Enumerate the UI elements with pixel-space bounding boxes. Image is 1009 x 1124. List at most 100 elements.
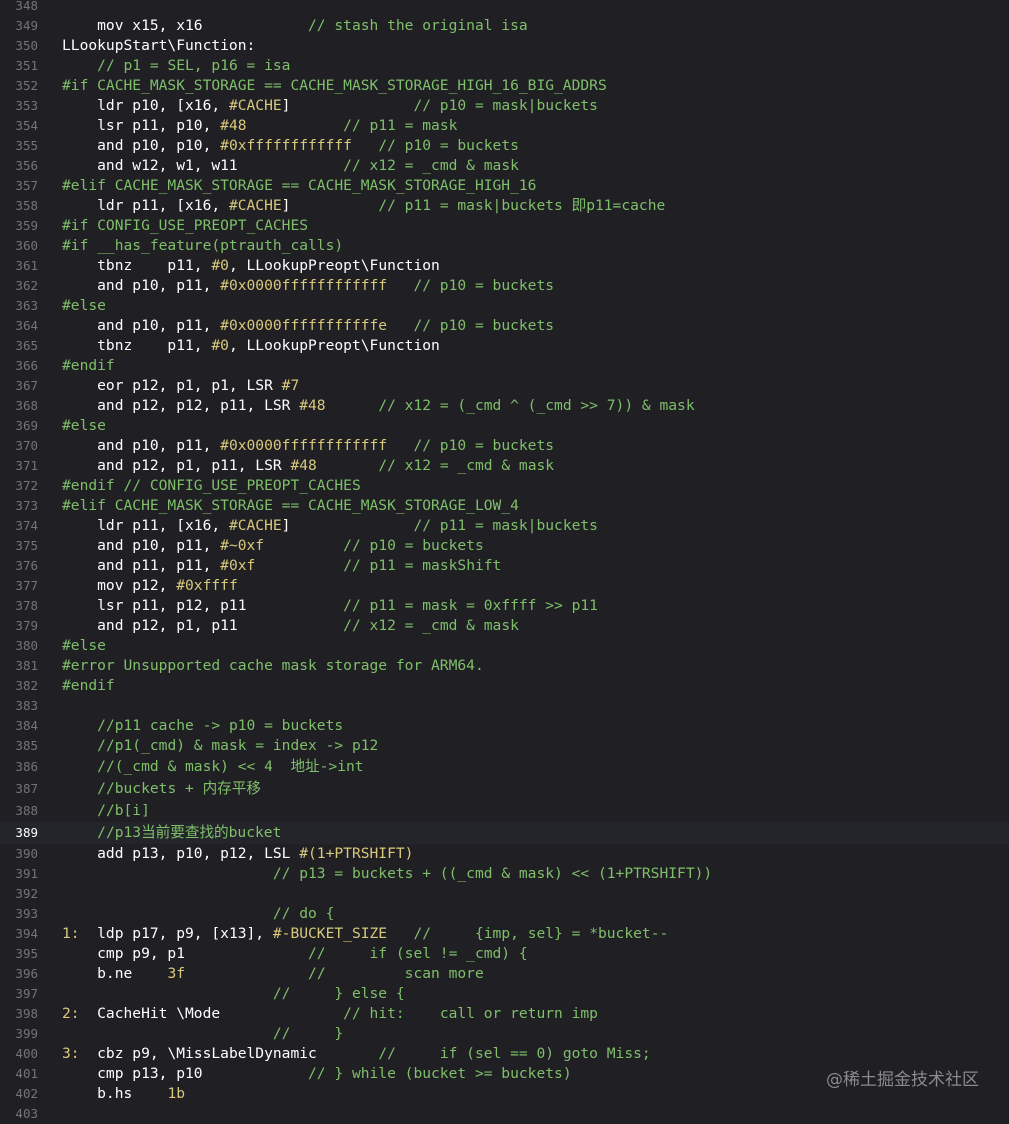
code-line[interactable]: 367 eor p12, p1, p1, LSR #7 (0, 376, 1009, 396)
code-line[interactable]: 360 #if __has_feature(ptrauth_calls) (0, 236, 1009, 256)
code-line[interactable]: 361 tbnz p11, #0, LLookupPreopt\Function (0, 256, 1009, 276)
code-text[interactable]: #if __has_feature(ptrauth_calls) (62, 236, 343, 256)
code-text[interactable]: and w12, w1, w11 // x12 = _cmd & mask (62, 156, 519, 176)
code-line[interactable]: 375 and p10, p11, #~0xf // p10 = buckets (0, 536, 1009, 556)
code-line[interactable]: 379 and p12, p1, p11 // x12 = _cmd & mas… (0, 616, 1009, 636)
code-text[interactable]: // } (62, 1024, 343, 1044)
code-line[interactable]: 354 lsr p11, p10, #48 // p11 = mask (0, 116, 1009, 136)
code-line[interactable]: 384 //p11 cache -> p10 = buckets (0, 716, 1009, 736)
code-line[interactable]: 350 LLookupStart\Function: (0, 36, 1009, 56)
code-text[interactable]: LLookupStart\Function: (62, 36, 255, 56)
code-text[interactable]: #else (62, 636, 106, 656)
code-text[interactable]: #if CACHE_MASK_STORAGE == CACHE_MASK_STO… (62, 76, 607, 96)
code-line[interactable]: 389 //p13当前要查找的bucket (0, 822, 1009, 844)
code-text[interactable]: lsr p11, p12, p11 // p11 = mask = 0xffff… (62, 596, 598, 616)
code-text[interactable]: cmp p9, p1 // if (sel != _cmd) { (62, 944, 528, 964)
code-text[interactable]: #else (62, 296, 106, 316)
code-text[interactable]: cmp p13, p10 // } while (bucket >= bucke… (62, 1064, 571, 1084)
code-text[interactable]: eor p12, p1, p1, LSR #7 (62, 376, 299, 396)
code-text[interactable]: and p12, p12, p11, LSR #48 // x12 = (_cm… (62, 396, 694, 416)
code-text[interactable]: // } else { (62, 984, 405, 1004)
code-text[interactable]: b.ne 3f // scan more (62, 964, 484, 984)
code-text[interactable]: mov p12, #0xffff (62, 576, 238, 596)
code-text[interactable]: #endif // CONFIG_USE_PREOPT_CACHES (62, 476, 361, 496)
code-text[interactable]: 2: CacheHit \Mode // hit: call or return… (62, 1004, 598, 1024)
code-line[interactable]: 364 and p10, p11, #0x0000fffffffffffe //… (0, 316, 1009, 336)
code-line[interactable]: 373 #elif CACHE_MASK_STORAGE == CACHE_MAS… (0, 496, 1009, 516)
code-line[interactable]: 371 and p12, p1, p11, LSR #48 // x12 = _… (0, 456, 1009, 476)
code-line[interactable]: 380 #else (0, 636, 1009, 656)
code-text[interactable]: ldr p10, [x16, #CACHE] // p10 = mask|buc… (62, 96, 598, 116)
code-text[interactable]: // do { (62, 904, 335, 924)
code-text[interactable]: //(_cmd & mask) << 4 地址->int (62, 756, 363, 778)
code-text[interactable]: ldr p11, [x16, #CACHE] // p11 = mask|buc… (62, 516, 598, 536)
code-line[interactable]: 369 #else (0, 416, 1009, 436)
code-line[interactable]: 370 and p10, p11, #0x0000ffffffffffff //… (0, 436, 1009, 456)
code-line[interactable]: 382 #endif (0, 676, 1009, 696)
code-text[interactable]: #endif (62, 356, 115, 376)
code-text[interactable]: tbnz p11, #0, LLookupPreopt\Function (62, 336, 440, 356)
code-text[interactable]: lsr p11, p10, #48 // p11 = mask (62, 116, 457, 136)
code-text[interactable]: //p11 cache -> p10 = buckets (62, 716, 343, 736)
code-text[interactable]: and p10, p11, #0x0000fffffffffffe // p10… (62, 316, 554, 336)
code-line[interactable]: 351 // p1 = SEL, p16 = isa (0, 56, 1009, 76)
code-text[interactable]: b.hs 1b (62, 1084, 185, 1104)
code-line[interactable]: 372 #endif // CONFIG_USE_PREOPT_CACHES (0, 476, 1009, 496)
code-text[interactable]: and p12, p1, p11 // x12 = _cmd & mask (62, 616, 519, 636)
code-line[interactable]: 396 b.ne 3f // scan more (0, 964, 1009, 984)
code-text[interactable]: and p10, p11, #~0xf // p10 = buckets (62, 536, 484, 556)
code-line[interactable]: 394 1: ldp p17, p9, [x13], #-BUCKET_SIZE … (0, 924, 1009, 944)
code-line[interactable]: 366 #endif (0, 356, 1009, 376)
code-line[interactable]: 363 #else (0, 296, 1009, 316)
code-line[interactable]: 381 #error Unsupported cache mask storage… (0, 656, 1009, 676)
code-line[interactable]: 377 mov p12, #0xffff (0, 576, 1009, 596)
code-line[interactable]: 388 //b[i] (0, 800, 1009, 822)
code-text[interactable]: 1: ldp p17, p9, [x13], #-BUCKET_SIZE // … (62, 924, 668, 944)
code-text[interactable]: 3: cbz p9, \MissLabelDynamic // if (sel … (62, 1044, 651, 1064)
code-text[interactable]: // p13 = buckets + ((_cmd & mask) << (1+… (62, 864, 712, 884)
code-line[interactable]: 385 //p1(_cmd) & mask = index -> p12 (0, 736, 1009, 756)
code-text[interactable]: and p10, p11, #0x0000ffffffffffff // p10… (62, 276, 554, 296)
code-line[interactable]: 348 (0, 0, 1009, 16)
code-line[interactable]: 358 ldr p11, [x16, #CACHE] // p11 = mask… (0, 196, 1009, 216)
code-line[interactable]: 403 (0, 1104, 1009, 1124)
code-line[interactable]: 383 (0, 696, 1009, 716)
code-text[interactable]: #if CONFIG_USE_PREOPT_CACHES (62, 216, 308, 236)
code-line[interactable]: 374 ldr p11, [x16, #CACHE] // p11 = mask… (0, 516, 1009, 536)
code-line[interactable]: 353 ldr p10, [x16, #CACHE] // p10 = mask… (0, 96, 1009, 116)
code-line[interactable]: 356 and w12, w1, w11 // x12 = _cmd & mas… (0, 156, 1009, 176)
code-text[interactable]: ldr p11, [x16, #CACHE] // p11 = mask|buc… (62, 196, 665, 216)
code-text[interactable]: #elif CACHE_MASK_STORAGE == CACHE_MASK_S… (62, 496, 519, 516)
code-line[interactable]: 378 lsr p11, p12, p11 // p11 = mask = 0x… (0, 596, 1009, 616)
code-editor[interactable]: 348 349 mov x15, x16 // stash the origina… (0, 0, 1009, 1124)
code-line[interactable]: 392 (0, 884, 1009, 904)
code-line[interactable]: 395 cmp p9, p1 // if (sel != _cmd) { (0, 944, 1009, 964)
code-line[interactable]: 400 3: cbz p9, \MissLabelDynamic // if (s… (0, 1044, 1009, 1064)
code-line[interactable]: 362 and p10, p11, #0x0000ffffffffffff //… (0, 276, 1009, 296)
code-line[interactable]: 398 2: CacheHit \Mode // hit: call or ret… (0, 1004, 1009, 1024)
code-line[interactable]: 376 and p11, p11, #0xf // p11 = maskShif… (0, 556, 1009, 576)
code-line[interactable]: 390 add p13, p10, p12, LSL #(1+PTRSHIFT) (0, 844, 1009, 864)
code-text[interactable]: tbnz p11, #0, LLookupPreopt\Function (62, 256, 440, 276)
code-text[interactable]: //p13当前要查找的bucket (62, 822, 281, 844)
code-text[interactable]: //p1(_cmd) & mask = index -> p12 (62, 736, 378, 756)
code-text[interactable]: // p1 = SEL, p16 = isa (62, 56, 290, 76)
code-text[interactable]: #elif CACHE_MASK_STORAGE == CACHE_MASK_S… (62, 176, 536, 196)
code-line[interactable]: 355 and p10, p10, #0xffffffffffff // p10… (0, 136, 1009, 156)
code-text[interactable]: and p10, p10, #0xffffffffffff // p10 = b… (62, 136, 519, 156)
code-line[interactable]: 387 //buckets + 内存平移 (0, 778, 1009, 800)
code-text[interactable]: //b[i] (62, 800, 150, 822)
code-line[interactable]: 352 #if CACHE_MASK_STORAGE == CACHE_MASK_… (0, 76, 1009, 96)
code-text[interactable]: //buckets + 内存平移 (62, 778, 261, 800)
code-text[interactable]: add p13, p10, p12, LSL #(1+PTRSHIFT) (62, 844, 413, 864)
code-text[interactable]: #error Unsupported cache mask storage fo… (62, 656, 484, 676)
code-line[interactable]: 397 // } else { (0, 984, 1009, 1004)
code-text[interactable]: and p12, p1, p11, LSR #48 // x12 = _cmd … (62, 456, 554, 476)
code-line[interactable]: 359 #if CONFIG_USE_PREOPT_CACHES (0, 216, 1009, 236)
code-line[interactable]: 386 //(_cmd & mask) << 4 地址->int (0, 756, 1009, 778)
code-text[interactable]: #else (62, 416, 106, 436)
code-line[interactable]: 399 // } (0, 1024, 1009, 1044)
code-line[interactable]: 349 mov x15, x16 // stash the original i… (0, 16, 1009, 36)
code-line[interactable]: 391 // p13 = buckets + ((_cmd & mask) <<… (0, 864, 1009, 884)
code-text[interactable]: mov x15, x16 // stash the original isa (62, 16, 528, 36)
